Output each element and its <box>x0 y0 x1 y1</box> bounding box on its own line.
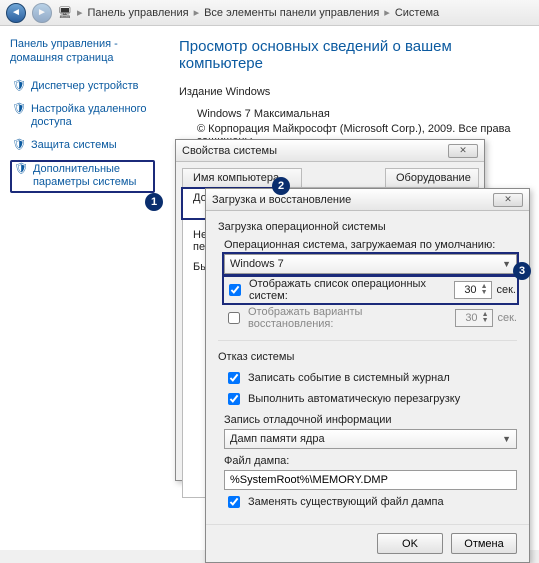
recovery-seconds-spinner: 30 ▲▼ <box>455 309 493 327</box>
crumb-system[interactable]: Система <box>395 7 439 19</box>
dialog-titlebar[interactable]: Загрузка и восстановление ✕ <box>206 189 529 211</box>
annotation-2: 2 <box>272 177 290 195</box>
os-list-seconds-spinner[interactable]: 30 ▲▼ <box>454 281 492 299</box>
seconds-unit: сек. <box>497 284 517 296</box>
cancel-button[interactable]: Отмена <box>451 533 517 554</box>
close-icon[interactable]: ✕ <box>493 193 523 207</box>
default-os-value: Windows 7 <box>230 258 284 270</box>
chevron-down-icon: ▼ <box>502 434 511 444</box>
startup-recovery-dialog: Загрузка и восстановление ✕ Загрузка опе… <box>205 188 530 563</box>
log-event-checkbox[interactable] <box>228 372 240 384</box>
spinner-arrows-icon: ▲▼ <box>481 284 488 296</box>
show-os-list-row: Отображать список операционных систем: 3… <box>224 277 517 303</box>
crumb-control-panel[interactable]: Панель управления <box>88 7 189 19</box>
debug-info-label: Запись отладочной информации <box>224 414 517 426</box>
shield-icon: 🛡 <box>14 163 28 176</box>
show-os-list-label: Отображать список операционных систем: <box>249 278 449 302</box>
nav-forward-button[interactable]: ► <box>32 3 52 23</box>
tabs-row-1: Имя компьютера Оборудование <box>176 162 484 187</box>
page-heading: Просмотр основных сведений о вашем компь… <box>179 38 525 72</box>
shield-icon: 🛡 <box>12 103 26 116</box>
edition-value: Windows 7 Максимальная <box>197 108 525 120</box>
auto-restart-label: Выполнить автоматическую перезагрузку <box>248 393 460 405</box>
tab-hardware[interactable]: Оборудование <box>385 168 479 187</box>
crumb-all-items[interactable]: Все элементы панели управления <box>204 7 379 19</box>
overwrite-dump-checkbox[interactable] <box>228 496 240 508</box>
auto-restart-checkbox[interactable] <box>228 393 240 405</box>
spinner-arrows-icon: ▲▼ <box>482 312 489 324</box>
close-icon[interactable]: ✕ <box>448 144 478 158</box>
boot-group-label: Загрузка операционной системы <box>218 221 517 233</box>
edition-label: Издание Windows <box>179 86 525 98</box>
sidebar: Панель управления - домашняя страница 🛡 … <box>0 26 165 550</box>
breadcrumb[interactable]: 🖥▸ Панель управления▸ Все элементы панел… <box>58 6 439 19</box>
sidebar-item-protection[interactable]: 🛡 Защита системы <box>10 137 155 154</box>
default-os-combo[interactable]: Windows 7 ▼ <box>224 254 517 274</box>
shield-icon: 🛡 <box>12 139 26 152</box>
sidebar-item-label: Защита системы <box>31 139 117 152</box>
dumpfile-field[interactable] <box>224 470 517 490</box>
show-recovery-row: Отображать варианты восстановления: 30 ▲… <box>224 306 517 330</box>
dialog-buttons: OK Отмена <box>206 524 529 562</box>
debug-type-combo[interactable]: Дамп памяти ядра ▼ <box>224 429 517 449</box>
nav-back-button[interactable]: ◄ <box>6 3 26 23</box>
debug-type-value: Дамп памяти ядра <box>230 433 325 445</box>
log-event-label: Записать событие в системный журнал <box>248 372 450 384</box>
annotation-3: 3 <box>513 262 531 280</box>
sidebar-item-label: Диспетчер устройств <box>31 80 139 93</box>
control-panel-home-link[interactable]: Панель управления - домашняя страница <box>10 38 155 66</box>
ok-button[interactable]: OK <box>377 533 443 554</box>
seconds-unit: сек. <box>498 312 518 324</box>
failure-group-label: Отказ системы <box>218 351 517 363</box>
chevron-down-icon: ▼ <box>502 259 511 269</box>
dumpfile-label: Файл дампа: <box>224 455 517 467</box>
shield-icon: 🛡 <box>12 80 26 93</box>
dialog-titlebar[interactable]: Свойства системы ✕ <box>176 140 484 162</box>
sidebar-item-label: Настройка удаленного доступа <box>31 103 153 129</box>
show-recovery-checkbox[interactable] <box>228 312 240 324</box>
overwrite-dump-label: Заменять существующий файл дампа <box>248 496 444 508</box>
sidebar-item-advanced[interactable]: 🛡 Дополнительные параметры системы <box>10 160 155 192</box>
sidebar-item-label: Дополнительные параметры системы <box>33 163 151 189</box>
address-bar: ◄ ► 🖥▸ Панель управления▸ Все элементы п… <box>0 0 539 26</box>
sidebar-item-device-manager[interactable]: 🛡 Диспетчер устройств <box>10 78 155 95</box>
annotation-1: 1 <box>145 193 163 211</box>
show-recovery-label: Отображать варианты восстановления: <box>248 306 450 330</box>
dialog-title: Загрузка и восстановление <box>212 194 351 206</box>
show-os-list-checkbox[interactable] <box>229 284 241 296</box>
sidebar-item-remote[interactable]: 🛡 Настройка удаленного доступа <box>10 101 155 131</box>
dialog-title: Свойства системы <box>182 145 277 157</box>
default-os-label: Операционная система, загружаемая по умо… <box>224 239 517 251</box>
